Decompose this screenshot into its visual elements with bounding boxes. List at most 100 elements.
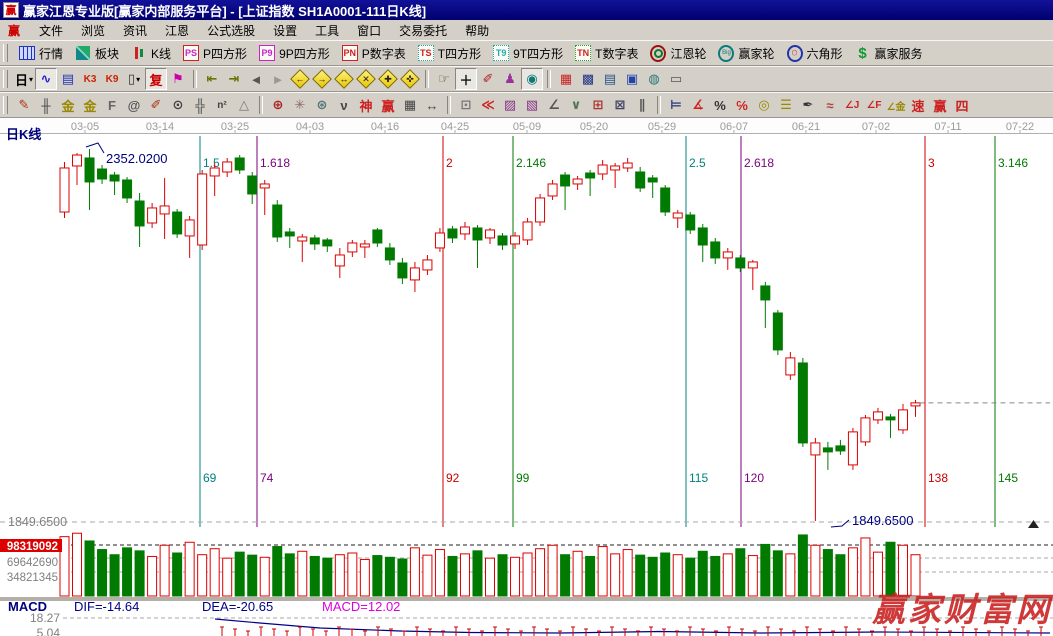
hexagon-button[interactable]: ⬡六角形 [781,42,849,64]
gann-right-button[interactable]: → [311,68,333,90]
menu-item-5[interactable]: 设置 [264,20,306,41]
star-burst-button[interactable]: ✳ [289,94,311,116]
dark-grid-button[interactable]: ⊠ [609,94,631,116]
width-arrows-button[interactable]: ↔ [421,94,443,116]
menu-item-9[interactable]: 帮助 [456,20,498,41]
first-page-button[interactable]: ⇤ [201,68,223,90]
print-button[interactable]: ▭ [665,68,687,90]
shaded-box-button[interactable]: ▨ [499,94,521,116]
n2-button[interactable]: n² [211,94,233,116]
draw-pen-button[interactable]: ✎ [13,94,35,116]
measure-button[interactable]: ✐ [477,68,499,90]
toolbar-grip[interactable] [3,96,8,114]
dense-grid-button[interactable]: ╬ [189,94,211,116]
candles-group[interactable] [60,149,920,521]
sectors-button[interactable]: 板块 [69,42,125,64]
menu-item-4[interactable]: 公式选股 [198,20,264,41]
volume-bars-group[interactable] [60,533,920,596]
angle-four-button[interactable]: 四 [951,94,973,116]
menu-item-1[interactable]: 浏览 [72,20,114,41]
num-grid-button[interactable]: ▦ [399,94,421,116]
menu-item-6[interactable]: 工具 [306,20,348,41]
kline-button[interactable]: K线 [125,42,177,64]
web-grid-button[interactable]: ⊛ [311,94,333,116]
menu-item-2[interactable]: 资讯 [114,20,156,41]
compass-button[interactable]: △ [233,94,255,116]
ying-grid-button[interactable]: 赢 [377,94,399,116]
last-page-button[interactable]: ⇥ [223,68,245,90]
red-grid-button[interactable]: ⊞ [587,94,609,116]
angle-ying-button[interactable]: 赢 [929,94,951,116]
ink-pen-button[interactable]: ✒ [797,94,819,116]
gold-wave-button[interactable]: ≈ [819,94,841,116]
winner-service-button[interactable]: $赢家服务 [849,42,929,64]
gann-cross-button[interactable]: ✕ [355,68,377,90]
percent-button[interactable]: % [709,94,731,116]
chip-distribution-button[interactable]: ♟ [499,68,521,90]
trend-chart-button[interactable]: ∿ [35,68,57,90]
angle-gold-button[interactable]: ∠金 [885,94,907,116]
toolbar-grip[interactable] [3,70,8,88]
gann-wheel-button[interactable]: 江恩轮 [644,42,712,64]
menu-item-3[interactable]: 江恩 [156,20,198,41]
kline-chart-svg[interactable]: 03-0503-1403-2504-0304-1604-2505-0905-20… [0,118,1053,636]
gann-model-button[interactable]: ◉ [521,68,543,90]
quotes-button[interactable]: 行情 [13,42,69,64]
kline-9-button[interactable]: K9 [101,68,123,90]
percent-lines-button[interactable]: ν [333,94,355,116]
fan-lines-button[interactable]: ≪ [477,94,499,116]
parallel-lines-button[interactable]: ∥ [631,94,653,116]
period-day-button[interactable]: 日▾ [13,68,35,90]
gold-grid-button[interactable]: 金 [57,94,79,116]
menu-item-8[interactable]: 交易委托 [390,20,456,41]
calculator-button[interactable]: ▩ [577,68,599,90]
calendar-button[interactable]: ▦ [555,68,577,90]
t9-square-button[interactable]: T99T四方形 [487,42,569,64]
percent-angle-button[interactable]: ∡ [687,94,709,116]
zigzag-button[interactable]: ∨ [565,94,587,116]
gann-hline-button[interactable]: ↔ [333,68,355,90]
clock-grid-button[interactable]: ⊙ [167,94,189,116]
ratio-button[interactable]: ⊨ [665,94,687,116]
winner-wheel-button[interactable]: Big赢家轮 [712,42,780,64]
p-number-table-button[interactable]: PNP数字表 [336,42,412,64]
flag-button[interactable]: ⚑ [167,68,189,90]
menu-item-0[interactable]: 文件 [30,20,72,41]
f-grid-button[interactable]: F [101,94,123,116]
percent-eq-button[interactable]: ℅ [731,94,753,116]
net-disk-button[interactable]: ◍ [643,68,665,90]
notes-button[interactable]: ▤ [599,68,621,90]
grid-button[interactable]: ╫ [35,94,57,116]
t-number-table-button[interactable]: TNT数字表 [569,42,644,64]
pan-hand-button[interactable]: ☞ [433,68,455,90]
menu-item-7[interactable]: 窗口 [348,20,390,41]
prev-button[interactable]: ◄ [245,68,267,90]
kline-3-button[interactable]: K3 [79,68,101,90]
toolbar-grip[interactable] [3,44,8,62]
gann-plus-button[interactable]: ✚ [377,68,399,90]
gann-left-button[interactable]: ← [289,68,311,90]
candle-style-button[interactable]: ▯▾ [123,68,145,90]
shen-grid-button[interactable]: 神 [355,94,377,116]
angle-j-button[interactable]: ∠J [841,94,863,116]
angle-speed-button[interactable]: 速 [907,94,929,116]
crosshair-button[interactable]: ＋ [455,68,477,90]
next-button[interactable]: ► [267,68,289,90]
gold-grid2-button[interactable]: 金 [79,94,101,116]
hatch-box-button[interactable]: ▧ [521,94,543,116]
t-square-button[interactable]: TST四方形 [412,42,487,64]
spiral-button[interactable]: @ [123,94,145,116]
target-circle-button[interactable]: ⊕ [267,94,289,116]
angle-f-button[interactable]: ∠F [863,94,885,116]
f10-info-button[interactable]: ▤ [57,68,79,90]
restore-rights-button[interactable]: 复 [145,68,167,90]
gold-circle-button[interactable]: ◎ [753,94,775,116]
p-square-button[interactable]: PSP四方形 [177,42,253,64]
brush-button[interactable]: ✐ [145,94,167,116]
gann-all-button[interactable]: ✜ [399,68,421,90]
save-button[interactable]: ▣ [621,68,643,90]
box-tool-button[interactable]: ⊡ [455,94,477,116]
p9-square-button[interactable]: P99P四方形 [253,42,336,64]
angle-line-button[interactable]: ∠ [543,94,565,116]
chart-area[interactable]: 03-0503-1403-2504-0304-1604-2505-0905-20… [0,118,1053,636]
